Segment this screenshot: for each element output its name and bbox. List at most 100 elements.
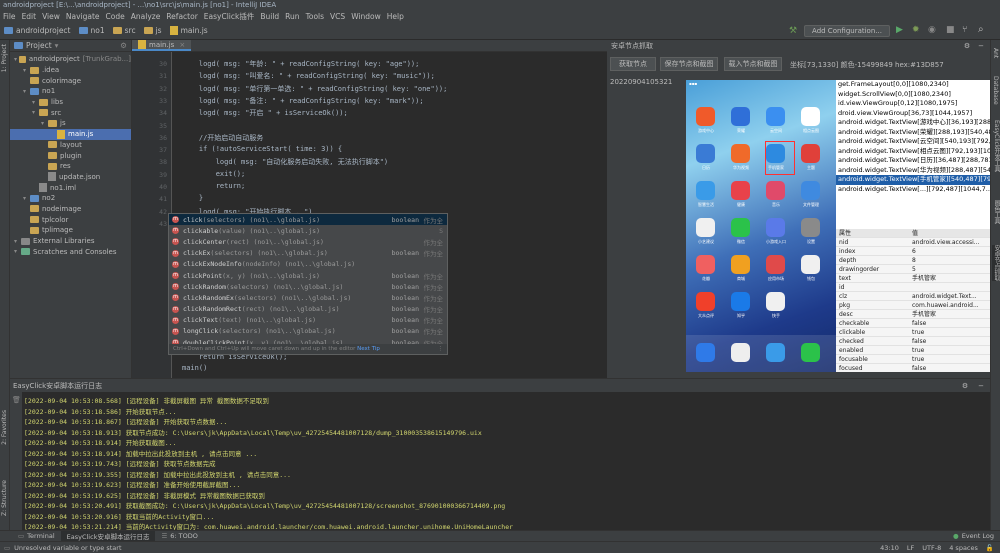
tree-item[interactable]: update.json <box>10 172 131 183</box>
project-panel-title[interactable]: Project <box>26 41 52 50</box>
tree-item[interactable]: ▾ libs <box>10 97 131 108</box>
breadcrumb-src[interactable]: src <box>109 26 140 35</box>
save-node-screenshot-button[interactable]: 保存节点和截图 <box>660 57 718 71</box>
search-everywhere-icon[interactable]: ⌕ <box>978 24 984 35</box>
property-row[interactable]: focusable true <box>836 355 990 364</box>
app-icon[interactable] <box>696 292 715 311</box>
settings-icon[interactable]: ⚙ <box>964 42 970 50</box>
completion-item[interactable]: m clickRandomRect (rect) (no1\..\global.js… <box>169 304 447 315</box>
tree-item[interactable]: res <box>10 161 131 172</box>
property-row[interactable]: enabled true <box>836 346 990 355</box>
app-icon[interactable] <box>696 144 715 163</box>
property-row[interactable]: checkable false <box>836 319 990 328</box>
tree-item[interactable]: nodeimage <box>10 204 131 215</box>
completion-popup[interactable]: m click (selectors) (no1\..\global.js) bool… <box>168 213 448 355</box>
app-icon[interactable] <box>801 144 820 163</box>
status-toggle-icon[interactable]: ▭ <box>0 544 10 552</box>
menu-item-0[interactable]: File <box>0 12 19 21</box>
node-hierarchy-tree[interactable]: get.FrameLayout[0,0][1080,2340] widget.Sc… <box>836 80 990 198</box>
get-node-button[interactable]: 获取节点 <box>610 57 656 71</box>
app-icon[interactable] <box>766 181 785 200</box>
menu-item-1[interactable]: Edit <box>19 12 40 21</box>
menu-item-6[interactable]: Refactor <box>163 12 200 21</box>
hierarchy-node[interactable]: widget.ScrollView[0,0][1080,2340] <box>836 90 990 100</box>
load-node-screenshot-button[interactable]: 载入节点和截图 <box>724 57 782 71</box>
menu-item-2[interactable]: View <box>39 12 63 21</box>
hierarchy-node[interactable]: android.widget.TextView[游戏中心][36,193][28… <box>836 118 990 128</box>
settings-icon[interactable]: ⚙ <box>962 382 968 390</box>
favorites-tool-tab[interactable]: 2: Favorites <box>1 410 8 445</box>
more-icon[interactable]: ⋮ <box>438 344 444 354</box>
tree-item[interactable]: colorimage <box>10 75 131 86</box>
property-row[interactable]: clz android.widget.Text... <box>836 292 990 301</box>
database-tool-tab[interactable]: Database <box>992 76 999 105</box>
next-tip-link[interactable]: Next Tip <box>357 346 380 352</box>
hierarchy-node[interactable]: get.FrameLayout[0,0][1080,2340] <box>836 80 990 90</box>
stop-icon[interactable]: ■ <box>946 25 955 35</box>
menu-item-10[interactable]: Tools <box>303 12 327 21</box>
completion-item[interactable]: m clickRandom (selectors) (no1\..\global.j… <box>169 281 447 292</box>
menu-item-12[interactable]: Window <box>348 12 384 21</box>
project-tool-tab[interactable]: 1: Project <box>1 44 8 72</box>
close-icon[interactable]: × <box>179 41 185 49</box>
breadcrumb-js[interactable]: js <box>140 26 166 35</box>
app-icon[interactable] <box>731 292 750 311</box>
hierarchy-node[interactable]: android.widget.TextView[云空间][540,193][79… <box>836 137 990 147</box>
ant-tool-tab[interactable]: Ant <box>992 48 999 58</box>
coverage-icon[interactable]: ◉ <box>928 25 936 35</box>
dock-app-icon[interactable] <box>766 343 785 362</box>
property-row[interactable]: desc 手机管家 <box>836 310 990 319</box>
settings-icon[interactable]: ⚙ <box>120 41 127 50</box>
dock-app-icon[interactable] <box>801 343 820 362</box>
tree-item[interactable]: ▾ no2 <box>10 193 131 204</box>
app-icon[interactable] <box>731 255 750 274</box>
menu-item-11[interactable]: VCS <box>327 12 348 21</box>
dock-app-icon[interactable] <box>731 343 750 362</box>
easyclick-devtools-tab[interactable]: EasyClick开发工具 <box>992 120 1000 172</box>
completion-item[interactable]: m clickPoint (x, y) (no1\..\global.js) bool… <box>169 270 447 281</box>
breadcrumb-file[interactable]: main.js <box>166 26 212 35</box>
app-icon[interactable] <box>801 218 820 237</box>
app-icon[interactable] <box>801 255 820 274</box>
app-icon[interactable] <box>731 181 750 200</box>
app-icon[interactable] <box>731 218 750 237</box>
menu-item-4[interactable]: Code <box>103 12 128 21</box>
completion-item[interactable]: m longClick (selectors) (no1\..\global.js)… <box>169 326 447 337</box>
tree-item[interactable]: ▾ no1 <box>10 86 131 97</box>
device-screenshot[interactable]: ▪▪▪ 游戏中心 荣耀 云空间 相点云图 日历 华为视频 手机管家 主题 智慧生活 健康 音乐 文件管… <box>686 80 836 372</box>
app-icon[interactable] <box>731 144 750 163</box>
tree-item[interactable]: tplcolor <box>10 214 131 225</box>
menu-item-8[interactable]: Build <box>257 12 282 21</box>
dock-app-icon[interactable] <box>696 343 715 362</box>
color-tool-tab[interactable]: 图色工具 <box>992 200 1000 224</box>
tree-arrow-icon[interactable]: ▾ <box>23 88 30 95</box>
breadcrumb-root[interactable]: androidproject <box>0 26 75 35</box>
breadcrumb-module[interactable]: no1 <box>75 26 109 35</box>
completion-item[interactable]: m click (selectors) (no1\..\global.js) bool… <box>169 214 447 226</box>
add-configuration-button[interactable]: Add Configuration... <box>804 25 890 37</box>
menu-item-3[interactable]: Navigate <box>63 12 103 21</box>
hierarchy-node[interactable]: android.widget.TextView[华为视频][288,487][5… <box>836 166 990 176</box>
completion-item[interactable]: m clickExNodeInfo (nodeInfo) (no1\..\globa… <box>169 259 447 270</box>
property-row[interactable]: drawingorder 5 <box>836 265 990 274</box>
property-row[interactable]: checked false <box>836 337 990 346</box>
tree-arrow-icon[interactable]: ▾ <box>41 120 48 127</box>
menu-item-13[interactable]: Help <box>384 12 407 21</box>
tree-item[interactable]: no1.iml <box>10 182 131 193</box>
app-icon[interactable] <box>801 181 820 200</box>
tree-item[interactable]: ▾ External Libraries <box>10 236 131 247</box>
tree-item[interactable]: plugin <box>10 150 131 161</box>
debug-icon[interactable]: ✹ <box>912 25 920 35</box>
hierarchy-node[interactable]: android.widget.TextView[荣耀][288,193][540… <box>836 128 990 138</box>
line-separator[interactable]: LF <box>907 544 922 552</box>
tree-item[interactable]: tplimage <box>10 225 131 236</box>
property-row[interactable]: index 6 <box>836 247 990 256</box>
menu-item-7[interactable]: EasyClick插件 <box>201 11 258 22</box>
hierarchy-node[interactable]: android.widget.TextView[手机管家][540,487][7… <box>836 175 990 185</box>
completion-item[interactable]: m clickRandomEx (selectors) (no1\..\global… <box>169 292 447 303</box>
property-row[interactable]: id <box>836 283 990 292</box>
tree-arrow-icon[interactable]: ▾ <box>14 238 21 245</box>
property-row[interactable]: pkg com.huawei.android... <box>836 301 990 310</box>
lock-icon[interactable]: 🔓 <box>986 544 1000 552</box>
hierarchy-node[interactable]: id.view.ViewGroup[0,12][1080,1975] <box>836 99 990 109</box>
